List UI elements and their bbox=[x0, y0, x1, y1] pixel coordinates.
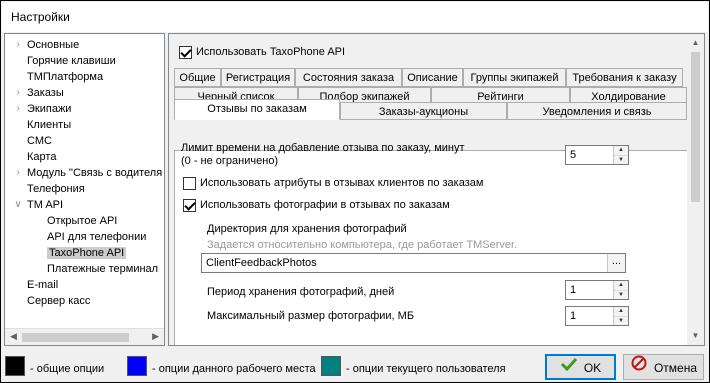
tree-item-api-для-телефонии[interactable]: API для телефонии bbox=[47, 229, 146, 245]
photo-dir-input[interactable]: ClientFeedbackPhotos ... bbox=[201, 253, 626, 273]
tree-item-основные[interactable]: › Основные bbox=[16, 37, 80, 53]
tree-scroll-thumb[interactable] bbox=[22, 333, 129, 342]
tree-item-label: TMПлатформа bbox=[27, 71, 104, 83]
legend-swatch-common bbox=[5, 356, 25, 376]
tree-item-label: API для телефонии bbox=[47, 231, 147, 243]
settings-panel: Использовать TaxoPhone API Общие Регистра… bbox=[168, 33, 705, 346]
settings-window: Настройки › Основные Горячие клавиши TMПлат… bbox=[0, 0, 710, 383]
stepper-down-icon[interactable]: ▼ bbox=[614, 155, 628, 164]
scroll-down-icon[interactable]: ▼ bbox=[687, 329, 704, 343]
ok-button[interactable]: OK bbox=[545, 354, 616, 380]
tree-item-сервер-касс[interactable]: Сервер касс bbox=[27, 293, 90, 309]
chevron-right-icon[interactable]: › bbox=[13, 101, 23, 117]
scroll-left-icon[interactable]: ◀ bbox=[10, 331, 17, 342]
tab-требования-к-заказу[interactable]: Требования к заказу bbox=[566, 68, 683, 87]
tree-item-label: Экипажи bbox=[27, 103, 72, 115]
tree-item-taxophone-api[interactable]: TaxoPhone API bbox=[47, 245, 127, 261]
tab-общие[interactable]: Общие bbox=[174, 68, 221, 87]
photo-dir-hint: Задается относительно компьютера, где ра… bbox=[207, 239, 518, 251]
tree-item-модуль-связь-с-водителя[interactable]: › Модуль "Связь с водителя bbox=[16, 165, 163, 181]
tree-item-горячие-клавиши[interactable]: Горячие клавиши bbox=[27, 53, 116, 69]
panel-scroll-thumb[interactable] bbox=[691, 52, 700, 202]
chevron-right-icon[interactable]: › bbox=[13, 85, 23, 101]
tree-item-открытое-api[interactable]: Открытое API bbox=[47, 213, 117, 229]
scroll-right-icon[interactable]: ▶ bbox=[152, 331, 159, 342]
window-title: Настройки bbox=[2, 2, 708, 32]
scroll-up-icon[interactable]: ▲ bbox=[687, 36, 704, 50]
photo-max-size-label: Максимальный размер фотографии, МБ bbox=[207, 310, 415, 322]
tree-item-tm-api[interactable]: ∨ TM API bbox=[14, 197, 64, 213]
use-attributes-checkbox[interactable]: Использовать атрибуты в отзывах клиентов… bbox=[183, 176, 483, 191]
photo-dir-label: Директория для хранения фотографий bbox=[207, 223, 407, 235]
tree-item-карта[interactable]: Карта bbox=[27, 149, 56, 165]
checkbox-box[interactable] bbox=[183, 177, 196, 190]
tree-item-label: СМС bbox=[27, 135, 52, 147]
tree-item-label: Модуль "Связь с водителя bbox=[27, 167, 163, 179]
tree-item-label: Открытое API bbox=[47, 215, 118, 227]
legend-label-workstation: - опции данного рабочего места bbox=[152, 363, 316, 375]
tree-item-экипажи[interactable]: › Экипажи bbox=[16, 101, 72, 117]
tree-item-label: TaxoPhone API bbox=[47, 247, 127, 259]
review-time-limit-hint: (0 - не ограничено) bbox=[181, 155, 279, 167]
settings-tree[interactable]: › Основные Горячие клавиши TMПлатформа › Зака… bbox=[4, 33, 165, 346]
stepper-up-icon[interactable]: ▲ bbox=[614, 146, 628, 155]
checkbox-box[interactable] bbox=[179, 46, 192, 59]
tree-item-label: Сервер касс bbox=[27, 295, 91, 307]
tab-заказы-аукционы[interactable]: Заказы-аукционы bbox=[340, 102, 507, 120]
tab-группы-экипажей[interactable]: Группы экипажей bbox=[463, 68, 566, 87]
review-time-limit-label: Лимит времени на добавление отзыва по за… bbox=[181, 142, 465, 154]
photo-max-size-stepper[interactable]: 1 ▲ ▼ bbox=[565, 306, 629, 326]
photo-retention-label: Период хранения фотографий, дней bbox=[207, 286, 395, 298]
legend-swatch-user bbox=[321, 356, 341, 376]
use-taxophone-api-checkbox[interactable]: Использовать TaxoPhone API bbox=[179, 45, 345, 60]
tree-item-телефония[interactable]: Телефония bbox=[27, 181, 85, 197]
tab-состояния-заказа[interactable]: Состояния заказа bbox=[295, 68, 402, 87]
photo-retention-stepper[interactable]: 1 ▲ ▼ bbox=[565, 280, 629, 300]
legend-swatch-workstation bbox=[127, 356, 147, 376]
checkmark-icon bbox=[560, 355, 578, 379]
tree-item-tmплатформа[interactable]: TMПлатформа bbox=[27, 69, 103, 85]
tree-item-e-mail[interactable]: E-mail bbox=[27, 277, 58, 293]
legend-label-common: - общие опции bbox=[30, 363, 105, 375]
review-time-limit-stepper[interactable]: 5 ▲ ▼ bbox=[565, 145, 629, 165]
tree-item-заказы[interactable]: › Заказы bbox=[16, 85, 64, 101]
tab-отзывы-по-заказам[interactable]: Отзывы по заказам bbox=[174, 99, 340, 120]
cancel-icon bbox=[630, 355, 648, 379]
tab-уведомления-и-связь[interactable]: Уведомления и связь bbox=[507, 102, 687, 120]
use-photos-checkbox[interactable]: Использовать фотографии в отзывах по зак… bbox=[183, 198, 450, 213]
tree-item-label: Горячие клавиши bbox=[27, 55, 116, 67]
tree-item-label: Платежные терминал bbox=[47, 263, 159, 275]
legend-label-user: - опции текущего пользователя bbox=[346, 363, 506, 375]
panel-vertical-scrollbar[interactable]: ▲ ▼ bbox=[687, 34, 704, 345]
tree-item-смс[interactable]: СМС bbox=[27, 133, 52, 149]
tree-item-label: Телефония bbox=[27, 183, 85, 195]
tab-регистрация[interactable]: Регистрация bbox=[221, 68, 295, 87]
chevron-down-icon[interactable]: ∨ bbox=[13, 197, 23, 213]
tree-item-платежные-терминал[interactable]: Платежные терминал bbox=[47, 261, 158, 277]
stepper-down-icon[interactable]: ▼ bbox=[614, 290, 628, 299]
stepper-down-icon[interactable]: ▼ bbox=[614, 316, 628, 325]
tree-item-label: TM API bbox=[27, 199, 64, 211]
tree-item-label: E-mail bbox=[27, 279, 59, 291]
cancel-button[interactable]: Отмена bbox=[623, 354, 704, 380]
chevron-right-icon[interactable]: › bbox=[13, 165, 23, 181]
stepper-up-icon[interactable]: ▲ bbox=[614, 281, 628, 290]
tab-описание[interactable]: Описание bbox=[402, 68, 463, 87]
tree-item-клиенты[interactable]: Клиенты bbox=[27, 117, 71, 133]
tree-item-label: Основные bbox=[27, 39, 80, 51]
checkbox-box[interactable] bbox=[183, 199, 196, 212]
chevron-right-icon[interactable]: › bbox=[13, 37, 23, 53]
tree-item-label: Клиенты bbox=[27, 119, 72, 131]
tree-item-label: Заказы bbox=[27, 87, 64, 99]
tree-horizontal-scrollbar[interactable]: ◀ ▶ bbox=[5, 328, 164, 345]
tree-item-label: Карта bbox=[27, 151, 57, 163]
stepper-up-icon[interactable]: ▲ bbox=[614, 307, 628, 316]
browse-button[interactable]: ... bbox=[607, 254, 625, 272]
